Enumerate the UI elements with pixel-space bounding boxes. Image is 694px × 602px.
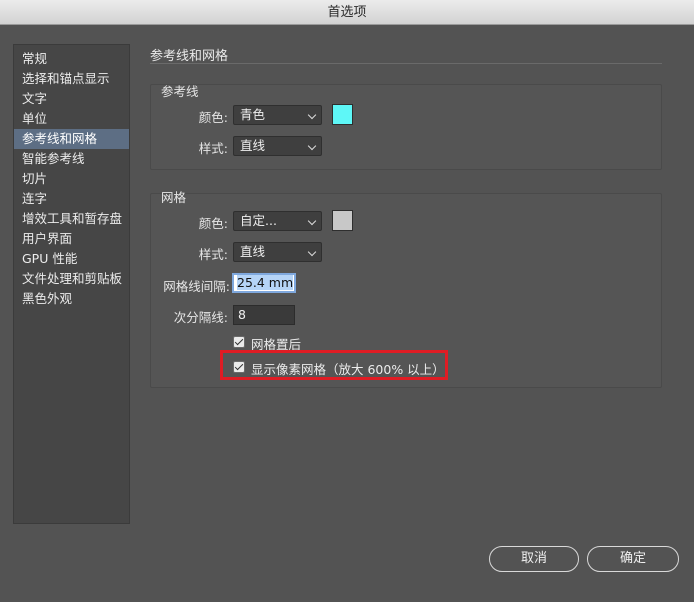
grid-color-dropdown[interactable]: 自定...: [233, 211, 322, 231]
window-titlebar: 首选项: [0, 0, 694, 25]
sidebar-item-appearance-of-black[interactable]: 黑色外观: [14, 289, 129, 309]
sidebar-item-units[interactable]: 单位: [14, 109, 129, 129]
subdivisions-input[interactable]: 8: [233, 305, 295, 325]
grid-group-label: 网格: [161, 190, 187, 205]
sidebar-item-file-handling-clipboard[interactable]: 文件处理和剪贴板: [14, 269, 129, 289]
subdivisions-value: 8: [238, 307, 246, 322]
grid-spacing-value: 25.4 mm: [237, 275, 294, 290]
sidebar-item-plugins-scratch-disks[interactable]: 增效工具和暂存盘: [14, 209, 129, 229]
highlight-annotation-box: [220, 350, 448, 380]
checkmark-icon: [234, 336, 244, 346]
sidebar-item-general[interactable]: 常规: [14, 49, 129, 69]
grid-spacing-label: 网格线间隔:: [163, 279, 230, 294]
section-title: 参考线和网格: [150, 49, 229, 64]
section-divider: [150, 63, 662, 64]
sidebar-item-hyphenation[interactable]: 连字: [14, 189, 129, 209]
grid-style-dropdown[interactable]: 直线: [233, 242, 322, 262]
window-title: 首选项: [327, 5, 367, 20]
guides-color-label: 颜色:: [198, 110, 228, 125]
sidebar-item-guides-grid[interactable]: 参考线和网格: [14, 129, 129, 149]
sidebar-item-gpu-performance[interactable]: GPU 性能: [14, 249, 129, 269]
chevron-down-icon: [307, 110, 317, 120]
guides-style-label: 样式:: [198, 141, 228, 156]
grid-color-value: 自定...: [240, 213, 277, 228]
grid-color-swatch[interactable]: [332, 210, 353, 231]
sidebar-item-smart-guides[interactable]: 智能参考线: [14, 149, 129, 169]
grids-in-back-checkbox[interactable]: [233, 336, 245, 348]
chevron-down-icon: [307, 216, 317, 226]
sidebar-item-user-interface[interactable]: 用户界面: [14, 229, 129, 249]
subdivisions-label: 次分隔线:: [173, 310, 228, 325]
guides-color-dropdown[interactable]: 青色: [233, 105, 322, 125]
sidebar-item-selection-anchor-display[interactable]: 选择和锚点显示: [14, 69, 129, 89]
guides-color-swatch[interactable]: [332, 104, 353, 125]
guides-group: 参考线: [150, 84, 662, 170]
grid-spacing-input[interactable]: 25.4 mm: [232, 273, 296, 293]
sidebar-item-type[interactable]: 文字: [14, 89, 129, 109]
chevron-down-icon: [307, 247, 317, 257]
ok-button[interactable]: 确定: [587, 546, 679, 572]
guides-style-dropdown[interactable]: 直线: [233, 136, 322, 156]
guides-style-value: 直线: [240, 138, 266, 153]
grid-style-value: 直线: [240, 244, 266, 259]
grid-style-label: 样式:: [198, 247, 228, 262]
guides-group-label: 参考线: [161, 84, 199, 99]
cancel-button[interactable]: 取消: [489, 546, 579, 572]
guides-color-value: 青色: [240, 107, 266, 122]
grid-color-label: 颜色:: [198, 216, 228, 231]
chevron-down-icon: [307, 141, 317, 151]
sidebar-item-slices[interactable]: 切片: [14, 169, 129, 189]
preferences-sidebar: 常规 选择和锚点显示 文字 单位 参考线和网格 智能参考线 切片 连字 增效工具…: [13, 44, 130, 524]
